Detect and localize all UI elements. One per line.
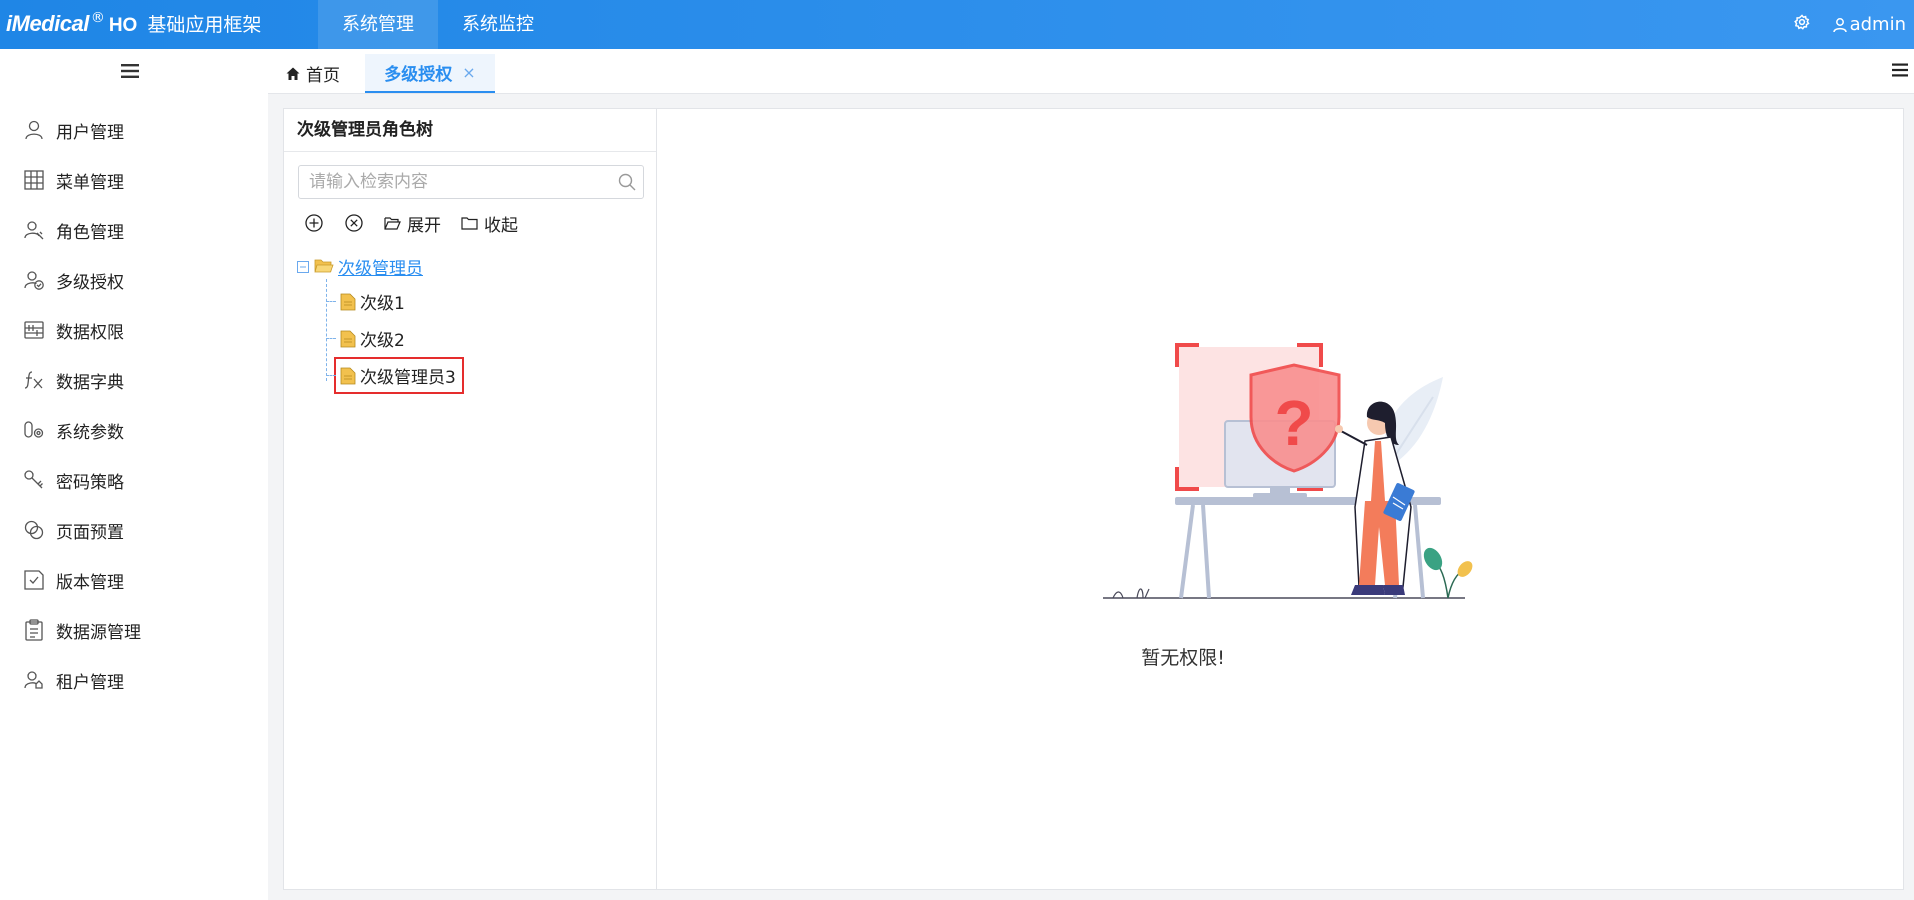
sidebar-item-role-management[interactable]: 角色管理 xyxy=(0,205,268,255)
user-icon xyxy=(1832,17,1847,32)
sidebar-item-label: 数据字典 xyxy=(56,372,124,393)
sidebar-item-version-management[interactable]: 版本管理 xyxy=(0,555,268,605)
sidebar-toggle-icon[interactable] xyxy=(121,63,141,81)
top-bar: iMedical ® HO 基础应用框架 系统管理 系统监控 admin xyxy=(0,0,1914,49)
sidebar-item-label: 页面预置 xyxy=(56,522,124,543)
sidebar-item-label: 数据权限 xyxy=(56,322,124,343)
content-panel: ? 暂无权限! xyxy=(657,108,1904,890)
sidebar-item-label: 用户管理 xyxy=(56,122,124,143)
tree-node-label: 次级1 xyxy=(360,294,405,314)
folder-open-icon xyxy=(314,259,334,273)
tree-children: 次级1 次级2 次级管理员3 xyxy=(326,279,646,394)
sidebar-item-label: 数据源管理 xyxy=(56,622,141,643)
brand-ho: HO xyxy=(108,15,138,36)
sidebar-item-label: 密码策略 xyxy=(56,472,124,493)
sidebar-item-label: 菜单管理 xyxy=(56,172,124,193)
expand-all-button[interactable]: 展开 xyxy=(384,211,441,236)
fx-icon xyxy=(22,368,46,392)
username: admin xyxy=(1849,14,1906,35)
sidebar-item-tenant-management[interactable]: 租户管理 xyxy=(0,655,268,705)
top-right-actions: admin xyxy=(1793,0,1906,49)
topnav-system-monitor[interactable]: 系统监控 xyxy=(438,0,558,49)
tree-node-label: 次级2 xyxy=(360,331,405,351)
collapse-all-label: 收起 xyxy=(484,215,518,236)
folder-icon xyxy=(461,216,478,230)
top-nav: 系统管理 系统监控 xyxy=(318,0,558,49)
tab-multilevel-auth[interactable]: 多级授权 × xyxy=(365,54,495,93)
tree-node[interactable]: 次级2 xyxy=(326,320,646,357)
grid-icon xyxy=(22,168,46,192)
search-box xyxy=(298,165,644,199)
collapse-all-button[interactable]: 收起 xyxy=(461,211,518,236)
tenant-icon xyxy=(22,668,46,692)
file-icon xyxy=(340,293,356,310)
sidebar-item-password-policy[interactable]: 密码策略 xyxy=(0,455,268,505)
tree-node-content: 次级1 xyxy=(340,289,405,314)
settings-icon[interactable] xyxy=(1793,14,1810,35)
tree-root-node[interactable]: 次级管理员 xyxy=(296,249,646,283)
brand: iMedical ® HO 基础应用框架 xyxy=(6,10,261,38)
tree-toolbar: 展开 收起 xyxy=(304,209,538,237)
sidebar-item-multilevel-auth[interactable]: 多级授权 xyxy=(0,255,268,305)
brand-registered-mark: ® xyxy=(90,10,105,26)
role-tree: 次级管理员 次级1 次级2 次级管理员3 xyxy=(296,249,646,394)
sidebar-item-label: 多级授权 xyxy=(56,272,124,293)
tab-home[interactable]: 首页 xyxy=(286,54,340,93)
app-title: 基础应用框架 xyxy=(147,14,262,36)
folder-open-icon xyxy=(384,216,401,230)
close-circle-icon xyxy=(345,214,363,232)
collapse-node-icon[interactable] xyxy=(296,259,310,273)
home-icon xyxy=(286,67,300,80)
sidebar: 用户管理 菜单管理 角色管理 多级授权 数据权限 数据字典 系统参数 密码策略 xyxy=(0,49,268,900)
version-icon xyxy=(22,568,46,592)
question-mark: ? xyxy=(1274,387,1313,459)
tree-node-selected[interactable]: 次级管理员3 xyxy=(326,357,646,394)
sidebar-item-user-management[interactable]: 用户管理 xyxy=(0,105,268,155)
sidebar-item-menu-management[interactable]: 菜单管理 xyxy=(0,155,268,205)
user-menu[interactable]: admin xyxy=(1832,14,1906,35)
sidebar-item-label: 租户管理 xyxy=(56,672,124,693)
param-icon xyxy=(22,418,46,442)
brand-logo: iMedical xyxy=(6,11,89,36)
user-check-icon xyxy=(22,268,46,292)
tree-node[interactable]: 次级1 xyxy=(326,283,646,320)
sidebar-item-label: 系统参数 xyxy=(56,422,124,443)
sidebar-item-system-params[interactable]: 系统参数 xyxy=(0,405,268,455)
tree-root-label[interactable]: 次级管理员 xyxy=(338,254,423,279)
role-icon xyxy=(22,218,46,242)
file-icon xyxy=(340,330,356,347)
tab-menu-icon[interactable] xyxy=(1892,62,1910,78)
clipboard-icon xyxy=(22,618,46,642)
tab-close-icon[interactable]: × xyxy=(462,63,475,82)
sidebar-menu: 用户管理 菜单管理 角色管理 多级授权 数据权限 数据字典 系统参数 密码策略 xyxy=(0,105,268,705)
role-tree-panel: 次级管理员角色树 展开 收起 次级管理员 xyxy=(283,108,657,890)
sidebar-item-label: 版本管理 xyxy=(56,572,124,593)
sidebar-item-data-dictionary[interactable]: 数据字典 xyxy=(0,355,268,405)
no-permission-illustration: ? xyxy=(1103,343,1473,599)
overlap-circles-icon xyxy=(22,518,46,542)
search-input[interactable] xyxy=(307,166,611,198)
file-icon xyxy=(340,367,356,384)
tree-node-content: 次级管理员3 xyxy=(334,357,464,394)
plus-circle-icon xyxy=(305,214,323,232)
sidebar-item-page-preset[interactable]: 页面预置 xyxy=(0,505,268,555)
panel-title: 次级管理员角色树 xyxy=(284,109,656,152)
user-icon xyxy=(22,118,46,142)
data-permission-icon xyxy=(22,318,46,342)
tree-node-label: 次级管理员3 xyxy=(360,368,456,388)
sidebar-item-label: 角色管理 xyxy=(56,222,124,243)
add-node-button[interactable] xyxy=(304,213,324,233)
tab-bar: 首页 多级授权 × xyxy=(268,49,1914,94)
tab-home-label: 首页 xyxy=(306,66,340,86)
search-icon[interactable] xyxy=(617,172,637,196)
expand-all-label: 展开 xyxy=(407,215,441,236)
tab-active-label: 多级授权 xyxy=(384,65,453,85)
key-icon xyxy=(22,468,46,492)
tree-node-content: 次级2 xyxy=(340,326,405,351)
no-permission-text: 暂无权限! xyxy=(1141,647,1225,669)
delete-node-button[interactable] xyxy=(344,213,364,233)
sidebar-item-data-permission[interactable]: 数据权限 xyxy=(0,305,268,355)
sidebar-item-datasource-management[interactable]: 数据源管理 xyxy=(0,605,268,655)
topnav-system-management[interactable]: 系统管理 xyxy=(318,0,438,49)
